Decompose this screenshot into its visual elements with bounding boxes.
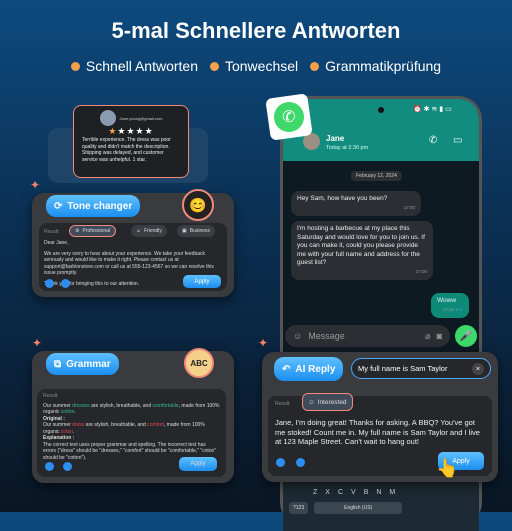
bullet-icon (310, 61, 320, 71)
apply-button[interactable]: Apply (179, 457, 217, 471)
key-numbers[interactable]: ?123 (289, 502, 309, 514)
whatsapp-logo: ✆ (265, 93, 313, 141)
feature-item: Schnell Antworten (70, 58, 198, 74)
ai-reply-button[interactable]: ↶ AI Reply (274, 357, 344, 381)
date-separator: February 12, 2024 (351, 171, 402, 181)
faces-icon: 😊 (182, 189, 214, 221)
camera-cutout (378, 107, 384, 113)
copy-icon[interactable] (63, 462, 72, 471)
option-label: Professional (82, 228, 110, 234)
ai-reply-input[interactable]: My full name is Sam Taylor × (351, 358, 491, 379)
greeting: Dear Jane, (44, 240, 69, 246)
key[interactable]: C (338, 489, 343, 496)
keyboard: Z X C V BN M ?123 English (US) (283, 481, 479, 531)
grammar-label: Grammar (66, 358, 111, 370)
smile-icon: ☺ (308, 398, 315, 406)
sparkle-icon: ✦ (258, 336, 269, 350)
corrected-text: Our summer dresses are stylish, breathab… (43, 402, 220, 416)
review-email: Jane.young@gmail.com (119, 115, 163, 121)
key[interactable]: B (364, 489, 369, 496)
tone-option-professional[interactable]: ⚙ Professional (69, 225, 116, 237)
review-text: Terrible experience. The dress was poor … (82, 137, 171, 163)
original-text: Our summer dress are stylish, breathable… (43, 422, 205, 435)
translate-icon: ⧉ (54, 358, 62, 370)
mic-button[interactable]: 🎤 (455, 325, 477, 347)
status-icons: ⏰ ✱ ≋ ▮ ▭ (413, 106, 452, 113)
ai-reply-label: AI Reply (295, 363, 336, 375)
phone-call-icon[interactable]: ✆ (429, 135, 437, 146)
tone-interested[interactable]: ☺ Interested (302, 393, 353, 411)
key[interactable]: M (389, 489, 395, 496)
message-input[interactable]: ☺ Message ⌀ ◙ (285, 325, 450, 347)
headline: 5-mal Schnellere Antworten (111, 18, 401, 43)
message-in: Hey Sam, how have you been? 17:00 (291, 191, 421, 216)
briefcase-icon: ▣ (182, 228, 187, 234)
result-label: Result: (275, 401, 291, 407)
key[interactable]: X (325, 489, 330, 496)
regenerate-icon[interactable] (276, 458, 285, 467)
gear-icon: ⚙ (75, 228, 80, 234)
review-bubble: Jane.young@gmail.com ★★★★★ Terrible expe… (73, 105, 189, 178)
option-label: Friendly (144, 228, 162, 234)
feature-label: Tonwechsel (224, 58, 299, 74)
feature-list: Schnell Antworten Tonwechsel Grammatikpr… (0, 58, 512, 74)
reply-icon: ↶ (282, 363, 291, 375)
pointing-hand-icon: 👆 (436, 458, 459, 478)
contact-name[interactable]: Jane (326, 134, 344, 143)
feature-item: Tonwechsel (209, 58, 299, 74)
sparkle-icon: ✦ (32, 336, 43, 350)
camera-icon: ◙ (436, 331, 442, 341)
grammar-card: ⧉ Grammar ABC Result: Our summer dresses … (32, 348, 234, 483)
video-call-icon[interactable]: ▭ (453, 135, 462, 146)
regenerate-icon[interactable] (45, 462, 54, 471)
bullet-icon (70, 61, 80, 71)
regenerate-icon[interactable] (45, 279, 54, 288)
message-in: I'm hosting a barbecue at my place this … (291, 221, 433, 280)
tone-changer-label: Tone changer (67, 200, 133, 212)
result-label: Result: (44, 229, 60, 235)
chat-header: ⏰ ✱ ≋ ▮ ▭ Jane Today at 2:30 pm ✆ ▭ (283, 99, 479, 161)
tone-option-business[interactable]: ▣ Business (177, 225, 216, 237)
option-label: Business (189, 228, 211, 234)
tone-result-text: We are very sorry to hear about your exp… (44, 250, 214, 277)
feature-label: Schnell Antworten (85, 58, 198, 74)
grammar-button[interactable]: ⧉ Grammar (46, 353, 119, 375)
attach-icon: ⌀ (425, 330, 431, 341)
star-rating: ★★★★★ (108, 126, 154, 136)
result-label: Result: (43, 393, 59, 399)
key[interactable]: N (376, 489, 381, 496)
emoji-icon: ☺ (293, 331, 303, 341)
avatar (99, 110, 116, 126)
feature-label: Grammatikprüfung (325, 58, 442, 74)
double-check-icon: ✓✓ (455, 306, 463, 312)
bullet-icon (209, 61, 219, 71)
key[interactable]: V (351, 489, 356, 496)
star-icon: ★ (108, 126, 118, 136)
key[interactable]: Z (313, 489, 317, 496)
clear-icon[interactable]: × (472, 362, 484, 375)
copy-icon[interactable] (296, 458, 305, 467)
sparkle-icon: ✦ (30, 178, 41, 192)
apply-button[interactable]: Apply (183, 275, 221, 288)
abc-notebook-icon: ABC (184, 348, 214, 378)
contact-status: Today at 2:30 pm (326, 145, 369, 151)
tone-option-friendly[interactable]: ☺ Friendly (131, 225, 167, 237)
ai-reply-text: Jane, I'm doing great! Thanks for asking… (275, 418, 480, 446)
key-space[interactable]: English (US) (314, 502, 403, 514)
refresh-icon: ⟳ (54, 200, 63, 212)
people-icon: ☺ (136, 228, 142, 234)
tone-changer-button[interactable]: ⟳ Tone changer (46, 195, 141, 217)
tone-changer-card: ⟳ Tone changer 😊 Result: ⚙ Professional ☺ F… (32, 189, 234, 297)
message-out: Woww 17:02 ✓✓ (431, 293, 469, 318)
ai-reply-card: ↶ AI Reply My full name is Sam Taylor × Re… (262, 352, 498, 482)
feature-item: Grammatikprüfung (310, 58, 441, 74)
copy-icon[interactable] (61, 279, 70, 288)
